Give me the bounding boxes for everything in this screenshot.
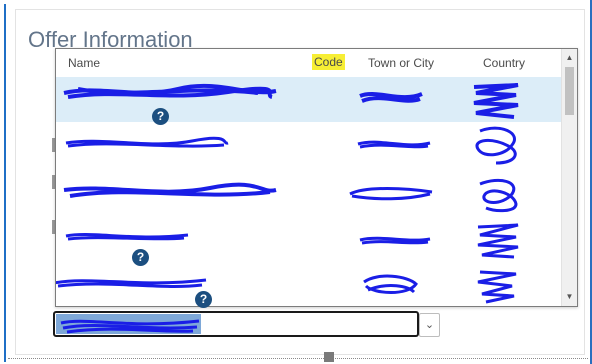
column-header-name[interactable]: Name xyxy=(68,56,100,70)
redacted-country-scribble xyxy=(479,178,518,213)
scroll-thumb[interactable] xyxy=(565,67,574,115)
list-row[interactable] xyxy=(56,123,563,167)
redacted-country-scribble xyxy=(477,223,519,259)
redacted-country-scribble xyxy=(475,126,517,165)
list-body: ? ? xyxy=(56,77,563,306)
column-header-town[interactable]: Town or City xyxy=(368,56,434,70)
redacted-town-scribble xyxy=(357,140,431,149)
scroll-down-arrow-icon[interactable]: ▼ xyxy=(562,290,577,304)
scroll-up-arrow-icon[interactable]: ▲ xyxy=(562,51,577,65)
redacted-name-scribble xyxy=(63,84,277,99)
lookup-combobox-input[interactable] xyxy=(53,311,419,337)
list-row[interactable]: ? xyxy=(56,217,563,266)
column-header-country[interactable]: Country xyxy=(483,56,525,70)
lookup-dropdown-list[interactable]: Name Code Town or City Country ? ? ▲ ▼ xyxy=(55,48,578,307)
redacted-town-scribble xyxy=(363,274,418,294)
redacted-town-scribble xyxy=(349,187,433,201)
redacted-town-scribble xyxy=(359,91,423,103)
list-scrollbar[interactable]: ▲ ▼ xyxy=(561,49,577,306)
chevron-down-icon[interactable]: ⌄ xyxy=(419,313,440,337)
redacted-country-scribble xyxy=(477,270,517,304)
list-row[interactable] xyxy=(56,168,563,216)
resize-handle[interactable] xyxy=(324,352,334,362)
list-row[interactable] xyxy=(56,264,563,306)
list-header: Name Code Town or City Country xyxy=(56,49,563,77)
help-icon[interactable]: ? xyxy=(195,291,212,308)
column-header-code[interactable]: Code xyxy=(312,54,345,70)
redacted-name-scribble xyxy=(65,136,229,148)
panel-bottom-divider xyxy=(8,358,588,359)
redacted-value-scribble xyxy=(60,319,200,334)
redacted-name-scribble xyxy=(63,182,277,198)
redacted-name-scribble xyxy=(65,233,189,241)
redacted-name-scribble xyxy=(56,278,207,288)
list-row[interactable]: ? xyxy=(56,77,563,125)
redacted-town-scribble xyxy=(359,236,431,245)
redacted-country-scribble xyxy=(473,83,519,119)
